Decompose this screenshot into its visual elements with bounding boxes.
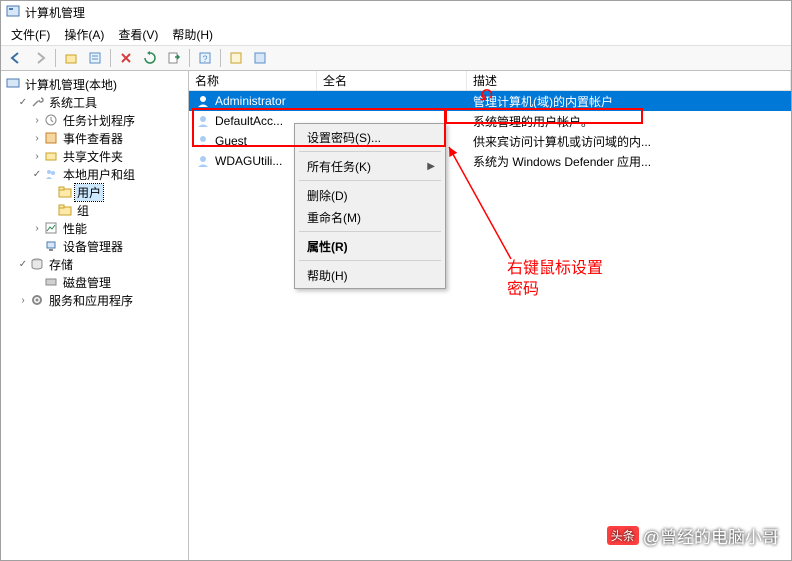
ctx-separator	[299, 260, 441, 261]
ctx-set-password[interactable]: 设置密码(S)...	[297, 126, 443, 148]
services-icon	[29, 292, 45, 308]
user-icon	[195, 113, 211, 129]
col-fullname[interactable]: 全名	[317, 71, 467, 90]
toolbar-separator	[55, 49, 56, 67]
disk-icon	[43, 274, 59, 290]
tree-task-scheduler[interactable]: › 任务计划程序	[1, 111, 188, 129]
tree-performance[interactable]: › 性能	[1, 219, 188, 237]
tree-users[interactable]: 用户	[1, 183, 188, 201]
collapse-icon[interactable]: ✓	[17, 259, 29, 270]
up-button[interactable]	[60, 47, 82, 69]
submenu-arrow-icon: ▶	[427, 161, 435, 172]
tree-services-apps[interactable]: › 服务和应用程序	[1, 291, 188, 309]
tree-local-users-groups[interactable]: ✓ 本地用户和组	[1, 165, 188, 183]
tree-groups[interactable]: 组	[1, 201, 188, 219]
tree-pane: 计算机管理(本地) ✓ 系统工具 › 任务计划程序 › 事件查看器 › 共享文件…	[1, 71, 189, 560]
folder-icon	[57, 184, 73, 200]
tree-device-manager[interactable]: 设备管理器	[1, 237, 188, 255]
event-icon	[43, 130, 59, 146]
list-row-defaultaccount[interactable]: DefaultAcc... 系统管理的用户帐户。	[189, 111, 791, 131]
collapse-icon[interactable]: ✓	[17, 97, 29, 108]
annotation-mark-icon: ↺	[479, 83, 494, 104]
nav-forward-button[interactable]	[29, 47, 51, 69]
app-icon	[5, 4, 21, 20]
ctx-help[interactable]: 帮助(H)	[297, 264, 443, 286]
ctx-separator	[299, 180, 441, 181]
toolbar: ?	[1, 45, 791, 71]
user-icon	[195, 153, 211, 169]
toolbar-separator	[189, 49, 190, 67]
perf-icon	[43, 220, 59, 236]
refresh-button[interactable]	[139, 47, 161, 69]
list-row-guest[interactable]: Guest 供来宾访问计算机或访问域的内...	[189, 131, 791, 151]
users-groups-icon	[43, 166, 59, 182]
ctx-delete[interactable]: 删除(D)	[297, 184, 443, 206]
export-button[interactable]	[163, 47, 185, 69]
tree-disk-management[interactable]: 磁盘管理	[1, 273, 188, 291]
ctx-separator	[299, 231, 441, 232]
menu-help[interactable]: 帮助(H)	[166, 24, 219, 45]
toolbar-separator	[110, 49, 111, 67]
expand-icon[interactable]: ›	[17, 295, 29, 306]
list-row-wdagutility[interactable]: WDAGUtili... 系统为 Windows Defender 应用...	[189, 151, 791, 171]
annotation-text: 右键鼠标设置 密码	[507, 259, 603, 301]
context-menu: 设置密码(S)... 所有任务(K)▶ 删除(D) 重命名(M) 属性(R) 帮…	[294, 123, 446, 289]
tree-root[interactable]: 计算机管理(本地)	[1, 75, 188, 93]
properties-button[interactable]	[84, 47, 106, 69]
tree-shared-folders[interactable]: › 共享文件夹	[1, 147, 188, 165]
ctx-separator	[299, 151, 441, 152]
svg-text:?: ?	[202, 54, 207, 64]
expand-icon[interactable]: ›	[31, 133, 43, 144]
view-button-1[interactable]	[225, 47, 247, 69]
computer-icon	[5, 76, 21, 92]
expand-icon[interactable]: ›	[31, 115, 43, 126]
titlebar: 计算机管理	[1, 1, 791, 23]
toolbar-separator	[220, 49, 221, 67]
watermark-badge: 头条	[607, 526, 639, 545]
watermark: 头条 @曾经的电脑小哥	[607, 523, 779, 548]
user-icon	[195, 133, 211, 149]
menu-file[interactable]: 文件(F)	[5, 24, 56, 45]
shared-icon	[43, 148, 59, 164]
col-description[interactable]: 描述	[467, 71, 791, 90]
menu-action[interactable]: 操作(A)	[58, 24, 110, 45]
nav-back-button[interactable]	[5, 47, 27, 69]
scheduler-icon	[43, 112, 59, 128]
col-name[interactable]: 名称	[189, 71, 317, 90]
mmc-window: 计算机管理 文件(F) 操作(A) 查看(V) 帮助(H) ? 计算机管理(本地…	[0, 0, 792, 561]
ctx-rename[interactable]: 重命名(M)	[297, 206, 443, 228]
view-button-2[interactable]	[249, 47, 271, 69]
ctx-properties[interactable]: 属性(R)	[297, 235, 443, 257]
device-icon	[43, 238, 59, 254]
user-icon	[195, 93, 211, 109]
delete-button[interactable]	[115, 47, 137, 69]
expand-icon[interactable]: ›	[31, 223, 43, 234]
tree-system-tools[interactable]: ✓ 系统工具	[1, 93, 188, 111]
tree-event-viewer[interactable]: › 事件查看器	[1, 129, 188, 147]
storage-icon	[29, 256, 45, 272]
help-button[interactable]: ?	[194, 47, 216, 69]
tree-storage[interactable]: ✓ 存储	[1, 255, 188, 273]
ctx-all-tasks[interactable]: 所有任务(K)▶	[297, 155, 443, 177]
tools-icon	[29, 94, 45, 110]
menu-view[interactable]: 查看(V)	[112, 24, 164, 45]
folder-icon	[57, 202, 73, 218]
list-pane: 名称 全名 描述 Administrator 管理计算机(域)的内置帐户 Def…	[189, 71, 791, 560]
watermark-text: @曾经的电脑小哥	[643, 523, 779, 548]
collapse-icon[interactable]: ✓	[31, 169, 43, 180]
expand-icon[interactable]: ›	[31, 151, 43, 162]
window-title: 计算机管理	[25, 4, 85, 21]
menubar: 文件(F) 操作(A) 查看(V) 帮助(H)	[1, 23, 791, 45]
